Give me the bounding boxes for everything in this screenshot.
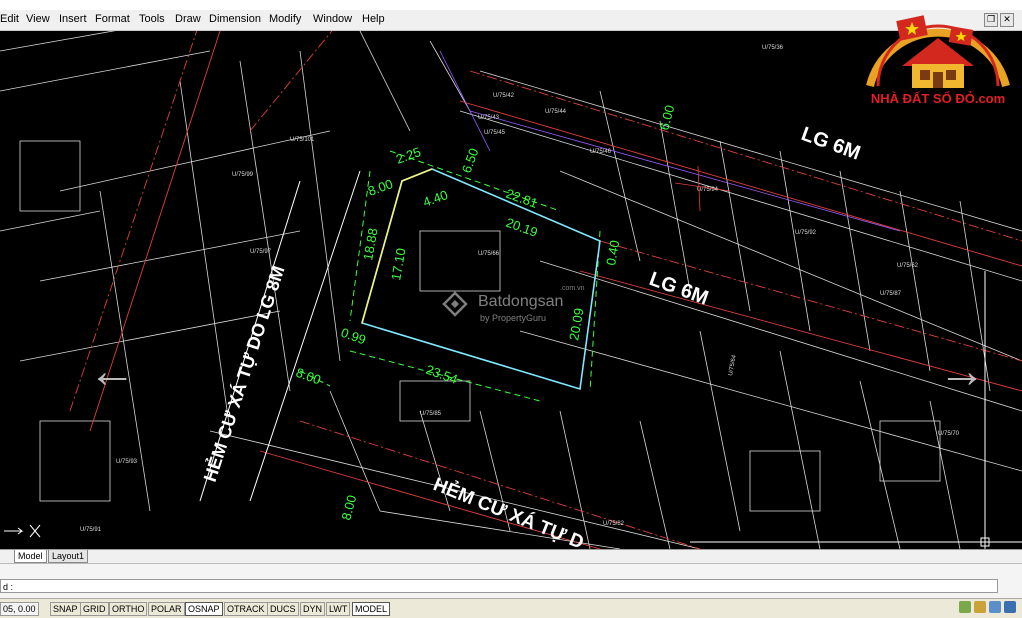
- tab-model[interactable]: Model: [14, 550, 47, 563]
- communication-icon[interactable]: [974, 601, 986, 613]
- watermark-sub: by PropertyGuru: [480, 313, 547, 323]
- coordinates-readout: 05, 0.00: [0, 602, 39, 616]
- grid-toggle[interactable]: GRID: [80, 602, 109, 616]
- status-bar: 05, 0.00 SNAP GRID ORTHO POLAR OSNAP OTR…: [0, 598, 1022, 618]
- street-label-lg6m-mid: LG 6M: [646, 268, 711, 310]
- polar-toggle[interactable]: POLAR: [148, 602, 185, 616]
- dimension-label: 18.88: [360, 227, 380, 262]
- lot-label: U/75/62: [897, 263, 919, 269]
- lot-label: U/75/82: [603, 521, 625, 527]
- watermark-domain: .com.vn: [560, 285, 585, 292]
- dimension-label: 8.00: [294, 365, 323, 388]
- tab-layout1[interactable]: Layout1: [48, 550, 89, 563]
- dimension-label: 8.00: [338, 493, 359, 521]
- dimension-label: 4.40: [421, 187, 450, 210]
- dimension-label: 20.19: [504, 215, 540, 240]
- lot-label: U/75/70: [938, 431, 960, 437]
- lot-label: U/75/85: [420, 411, 442, 417]
- menu-help[interactable]: Help: [362, 13, 385, 25]
- ortho-toggle[interactable]: ORTHO: [109, 602, 148, 616]
- dimension-lines: [299, 150, 601, 402]
- logo-text: NHÀ ĐẤT SỔ ĐỎ.com: [870, 91, 1006, 106]
- dyn-toggle[interactable]: DYN: [300, 602, 326, 616]
- dimension-label: 20.09: [566, 307, 586, 342]
- lot-label: U/75/91: [80, 527, 102, 533]
- menu-modify[interactable]: Modify: [269, 13, 301, 25]
- ucs-icon: [4, 524, 41, 538]
- lot-label: U/75/97: [250, 249, 272, 255]
- lot-label: U/75/87: [880, 291, 902, 297]
- menu-edit[interactable]: Edit: [0, 13, 19, 25]
- lot-label: U/75/93: [116, 459, 138, 465]
- dimension-label: 2.25: [394, 144, 423, 167]
- dimension-label: 0.40: [603, 239, 622, 267]
- dimension-label: 23.54: [424, 362, 460, 387]
- dimension-label: 6.00: [656, 103, 677, 131]
- lot-label: U/75/46: [590, 149, 612, 155]
- lot-label: U/75/99: [232, 172, 254, 178]
- batdongsan-logo-icon: [442, 291, 468, 317]
- lot-label: U/75/64: [728, 354, 738, 376]
- osnap-toggle[interactable]: OSNAP: [185, 602, 223, 616]
- lot-label: U/75/45: [484, 130, 506, 136]
- command-input[interactable]: d :: [0, 579, 998, 593]
- watermark-name: Batdongsan: [478, 293, 564, 310]
- lot-label: U/75/92: [795, 230, 817, 236]
- arrow-left-icon[interactable]: ←: [88, 348, 136, 396]
- status-tray: [959, 601, 1016, 613]
- menu-view[interactable]: View: [26, 13, 50, 25]
- nha-dat-so-do-logo: NHÀ ĐẤT SỔ ĐỎ.com: [858, 0, 1018, 118]
- street-label-hem-bottom: HẺM CƯ XÁ TỰ D: [430, 473, 587, 549]
- street-label-hem-left: HẺM CƯ XÁ TỰ DO LG 8M: [199, 263, 289, 484]
- menu-draw[interactable]: Draw: [175, 13, 201, 25]
- clean-screen-icon[interactable]: [1004, 601, 1016, 613]
- menu-tools[interactable]: Tools: [139, 13, 165, 25]
- menu-format[interactable]: Format: [95, 13, 130, 25]
- lot-label: U/75/101: [290, 137, 315, 143]
- lot-label: U/75/44: [545, 109, 567, 115]
- toolbar-lock-icon[interactable]: [959, 601, 971, 613]
- command-line: d :: [0, 563, 1022, 598]
- lot-label: U/75/42: [493, 93, 515, 99]
- dimension-label: 8.00: [366, 176, 395, 199]
- model-toggle[interactable]: MODEL: [352, 602, 391, 616]
- command-history: [0, 567, 1022, 577]
- arrow-right-icon[interactable]: →: [938, 348, 986, 396]
- dimension-label: 17.10: [388, 247, 408, 282]
- annotation-icon[interactable]: [989, 601, 1001, 613]
- lot-label: U/75/43: [478, 115, 500, 121]
- layout-tabs: Model Layout1: [0, 549, 1022, 564]
- menu-dimension[interactable]: Dimension: [209, 13, 261, 25]
- otrack-toggle[interactable]: OTRACK: [224, 602, 268, 616]
- lwt-toggle[interactable]: LWT: [326, 602, 351, 616]
- snap-toggle[interactable]: SNAP: [50, 602, 81, 616]
- cursor-crosshair: [690, 271, 1022, 549]
- lot-label: U/75/36: [762, 45, 784, 51]
- dimension-label: 6.50: [459, 146, 482, 175]
- street-label-lg6m-top: LG 6M: [798, 123, 863, 165]
- menu-insert[interactable]: Insert: [59, 13, 87, 25]
- menu-window[interactable]: Window: [313, 13, 352, 25]
- lot-label: U/75/66: [478, 251, 500, 257]
- ducs-toggle[interactable]: DUCS: [267, 602, 299, 616]
- dimension-label: 0.99: [339, 325, 368, 348]
